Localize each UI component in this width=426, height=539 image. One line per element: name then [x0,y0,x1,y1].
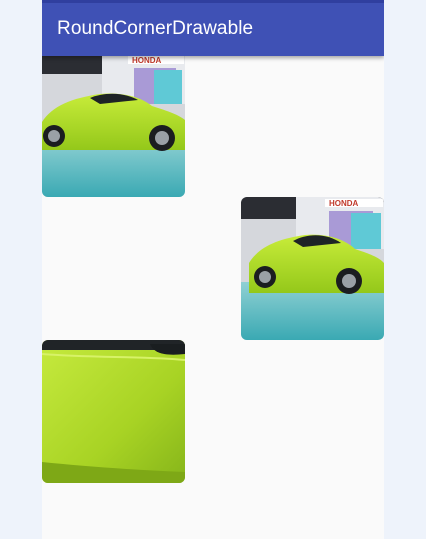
green-car-photo-1: HONDA [42,54,185,197]
green-car-photo-2: HONDA [241,197,384,340]
status-bar [42,0,384,3]
app-bar: RoundCornerDrawable [42,0,384,56]
honda-sign: HONDA [132,56,162,65]
honda-sign: HONDA [329,199,359,208]
green-car-photo-closeup [42,340,185,483]
app-title: RoundCornerDrawable [57,18,254,39]
phone-screen: RoundCornerDrawable HONDA HONDA [42,0,384,539]
